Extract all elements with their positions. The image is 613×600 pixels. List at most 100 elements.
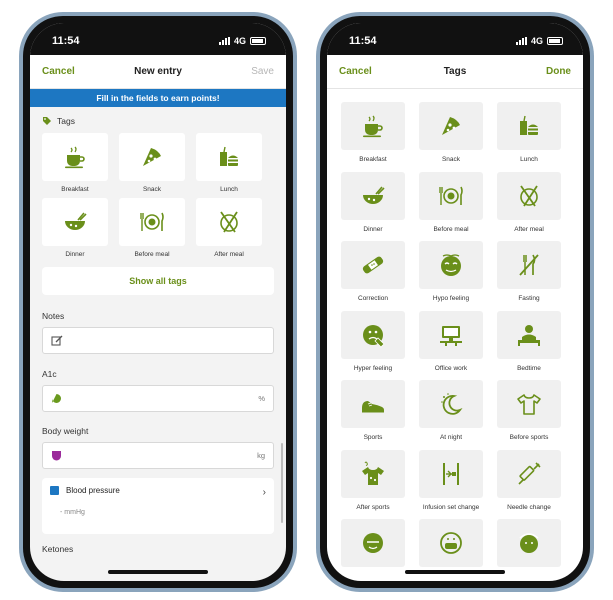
tag-after-sports[interactable]: After sports	[341, 449, 405, 520]
cancel-button[interactable]: Cancel	[339, 66, 379, 77]
nav-bar: Cancel Tags Done	[327, 55, 583, 89]
cancel-button[interactable]: Cancel	[42, 66, 82, 77]
tag-dinner[interactable]: Dinner	[341, 171, 405, 242]
tag-after-meal[interactable]: After meal	[196, 198, 262, 258]
tag-office-work[interactable]: Office work	[419, 310, 483, 381]
sweaty-tshirt-icon	[362, 461, 384, 485]
pizza-slice-icon	[143, 148, 161, 166]
tag-before-meal[interactable]: Before meal	[419, 171, 483, 242]
tag-before-meal[interactable]: Before meal	[119, 198, 185, 258]
tag-icon	[43, 117, 51, 125]
weight-unit: kg	[257, 451, 265, 460]
person-bed-icon	[518, 324, 540, 346]
infusion-set-icon	[443, 462, 459, 485]
a1c-unit: %	[258, 394, 265, 403]
bowl-icon	[65, 212, 87, 230]
tag-grid: Breakfast Snack Lunch Dinner Before meal…	[30, 133, 286, 258]
all-tags-grid: Breakfast Snack Lunch Dinner Before meal…	[327, 89, 583, 581]
tags-screen: 11:54 4G Cancel Tags Done Breakfast Snac…	[327, 23, 583, 581]
no-fork-knife-icon	[519, 254, 539, 276]
tag-after-meal[interactable]: After meal	[497, 171, 561, 242]
page-title: New entry	[134, 66, 182, 77]
sneaker-icon	[362, 401, 384, 413]
a1c-label: A1c	[42, 369, 57, 379]
signal-icon	[218, 37, 230, 45]
save-button[interactable]: Save	[234, 66, 274, 77]
coffee-cup-icon	[65, 146, 85, 169]
tag-needle-change[interactable]: Needle change	[497, 449, 561, 520]
tag-correction[interactable]: Correction	[341, 241, 405, 311]
tag-before-sports[interactable]: Before sports	[497, 380, 561, 450]
tag-at-night[interactable]: At night	[419, 380, 483, 450]
page-title: Tags	[443, 66, 467, 77]
tags-section-label: Tags	[30, 116, 286, 126]
blood-pressure-card[interactable]: Blood pressure › - mmHg	[42, 478, 274, 534]
body-weight-field[interactable]: kg	[42, 442, 274, 469]
tag-bedtime[interactable]: Bedtime	[497, 310, 561, 381]
coffee-cup-icon	[363, 115, 383, 138]
tag-lunch[interactable]: Lunch	[196, 133, 262, 193]
home-indicator[interactable]	[405, 570, 505, 574]
tag-infusion-set-change[interactable]: Infusion set change	[419, 449, 483, 520]
home-indicator[interactable]	[108, 570, 208, 574]
face-icon	[363, 533, 383, 553]
notes-label: Notes	[42, 311, 65, 321]
new-entry-screen: 11:54 4G Cancel New entry Save Fill in t…	[30, 23, 286, 581]
edit-note-icon	[51, 335, 63, 346]
done-button[interactable]: Done	[531, 66, 571, 77]
face-splash-icon	[519, 533, 539, 553]
empty-plate-icon	[220, 211, 238, 233]
tshirt-icon	[517, 394, 541, 415]
needle-icon	[518, 461, 541, 485]
burger-drink-icon	[220, 146, 238, 166]
network-label: 4G	[530, 36, 543, 46]
status-bar: 11:54 4G	[30, 23, 286, 55]
status-bar: 11:54 4G	[327, 23, 583, 55]
dizzy-face-icon	[441, 254, 461, 276]
bowl-icon	[363, 185, 385, 204]
nav-bar: Cancel New entry Save	[30, 55, 286, 89]
phone-right: 11:54 4G Cancel Tags Done Breakfast Snac…	[316, 12, 594, 592]
notes-field[interactable]	[42, 327, 274, 354]
tag-breakfast[interactable]: Breakfast	[42, 133, 108, 193]
plate-fork-knife-icon	[439, 186, 463, 205]
weight-shield-icon	[52, 451, 61, 461]
bandage-icon	[362, 256, 384, 274]
moon-stars-icon	[441, 393, 463, 415]
pizza-slice-icon	[442, 117, 460, 135]
face-mask-icon	[440, 532, 462, 554]
body-weight-label: Body weight	[42, 426, 89, 436]
points-banner: Fill in the fields to earn points!	[30, 89, 286, 107]
status-time: 11:54	[349, 35, 377, 47]
battery-icon	[250, 37, 266, 45]
tag-dinner[interactable]: Dinner	[42, 198, 108, 258]
blood-pressure-label: Blood pressure	[66, 486, 120, 495]
tag-partial-3[interactable]	[497, 519, 561, 581]
tags-label: Tags	[57, 116, 75, 126]
sick-face-icon	[363, 324, 385, 348]
empty-plate-icon	[520, 184, 538, 207]
network-label: 4G	[233, 36, 246, 46]
tag-hyper-feeling[interactable]: Hyper feeling	[341, 310, 405, 381]
blood-pressure-icon	[50, 486, 59, 495]
signal-icon	[515, 37, 527, 45]
burger-drink-icon	[520, 115, 538, 135]
tag-fasting[interactable]: Fasting	[497, 241, 561, 311]
computer-desk-icon	[440, 325, 462, 346]
tag-sports[interactable]: Sports	[341, 380, 405, 450]
chevron-right-icon: ›	[262, 487, 266, 498]
a1c-drop-icon	[52, 394, 61, 403]
plate-fork-knife-icon	[140, 212, 164, 231]
phone-left: 11:54 4G Cancel New entry Save Fill in t…	[19, 12, 297, 592]
status-time: 11:54	[52, 35, 80, 47]
tag-snack[interactable]: Snack	[419, 102, 483, 172]
battery-icon	[547, 37, 563, 45]
tag-breakfast[interactable]: Breakfast	[341, 102, 405, 172]
scrollbar[interactable]	[281, 443, 283, 523]
tag-partial-1[interactable]	[341, 519, 405, 581]
tag-snack[interactable]: Snack	[119, 133, 185, 193]
tag-hypo-feeling[interactable]: Hypo feeling	[419, 241, 483, 311]
a1c-field[interactable]: %	[42, 385, 274, 412]
tag-lunch[interactable]: Lunch	[497, 102, 561, 172]
show-all-tags-button[interactable]: Show all tags	[42, 267, 274, 295]
